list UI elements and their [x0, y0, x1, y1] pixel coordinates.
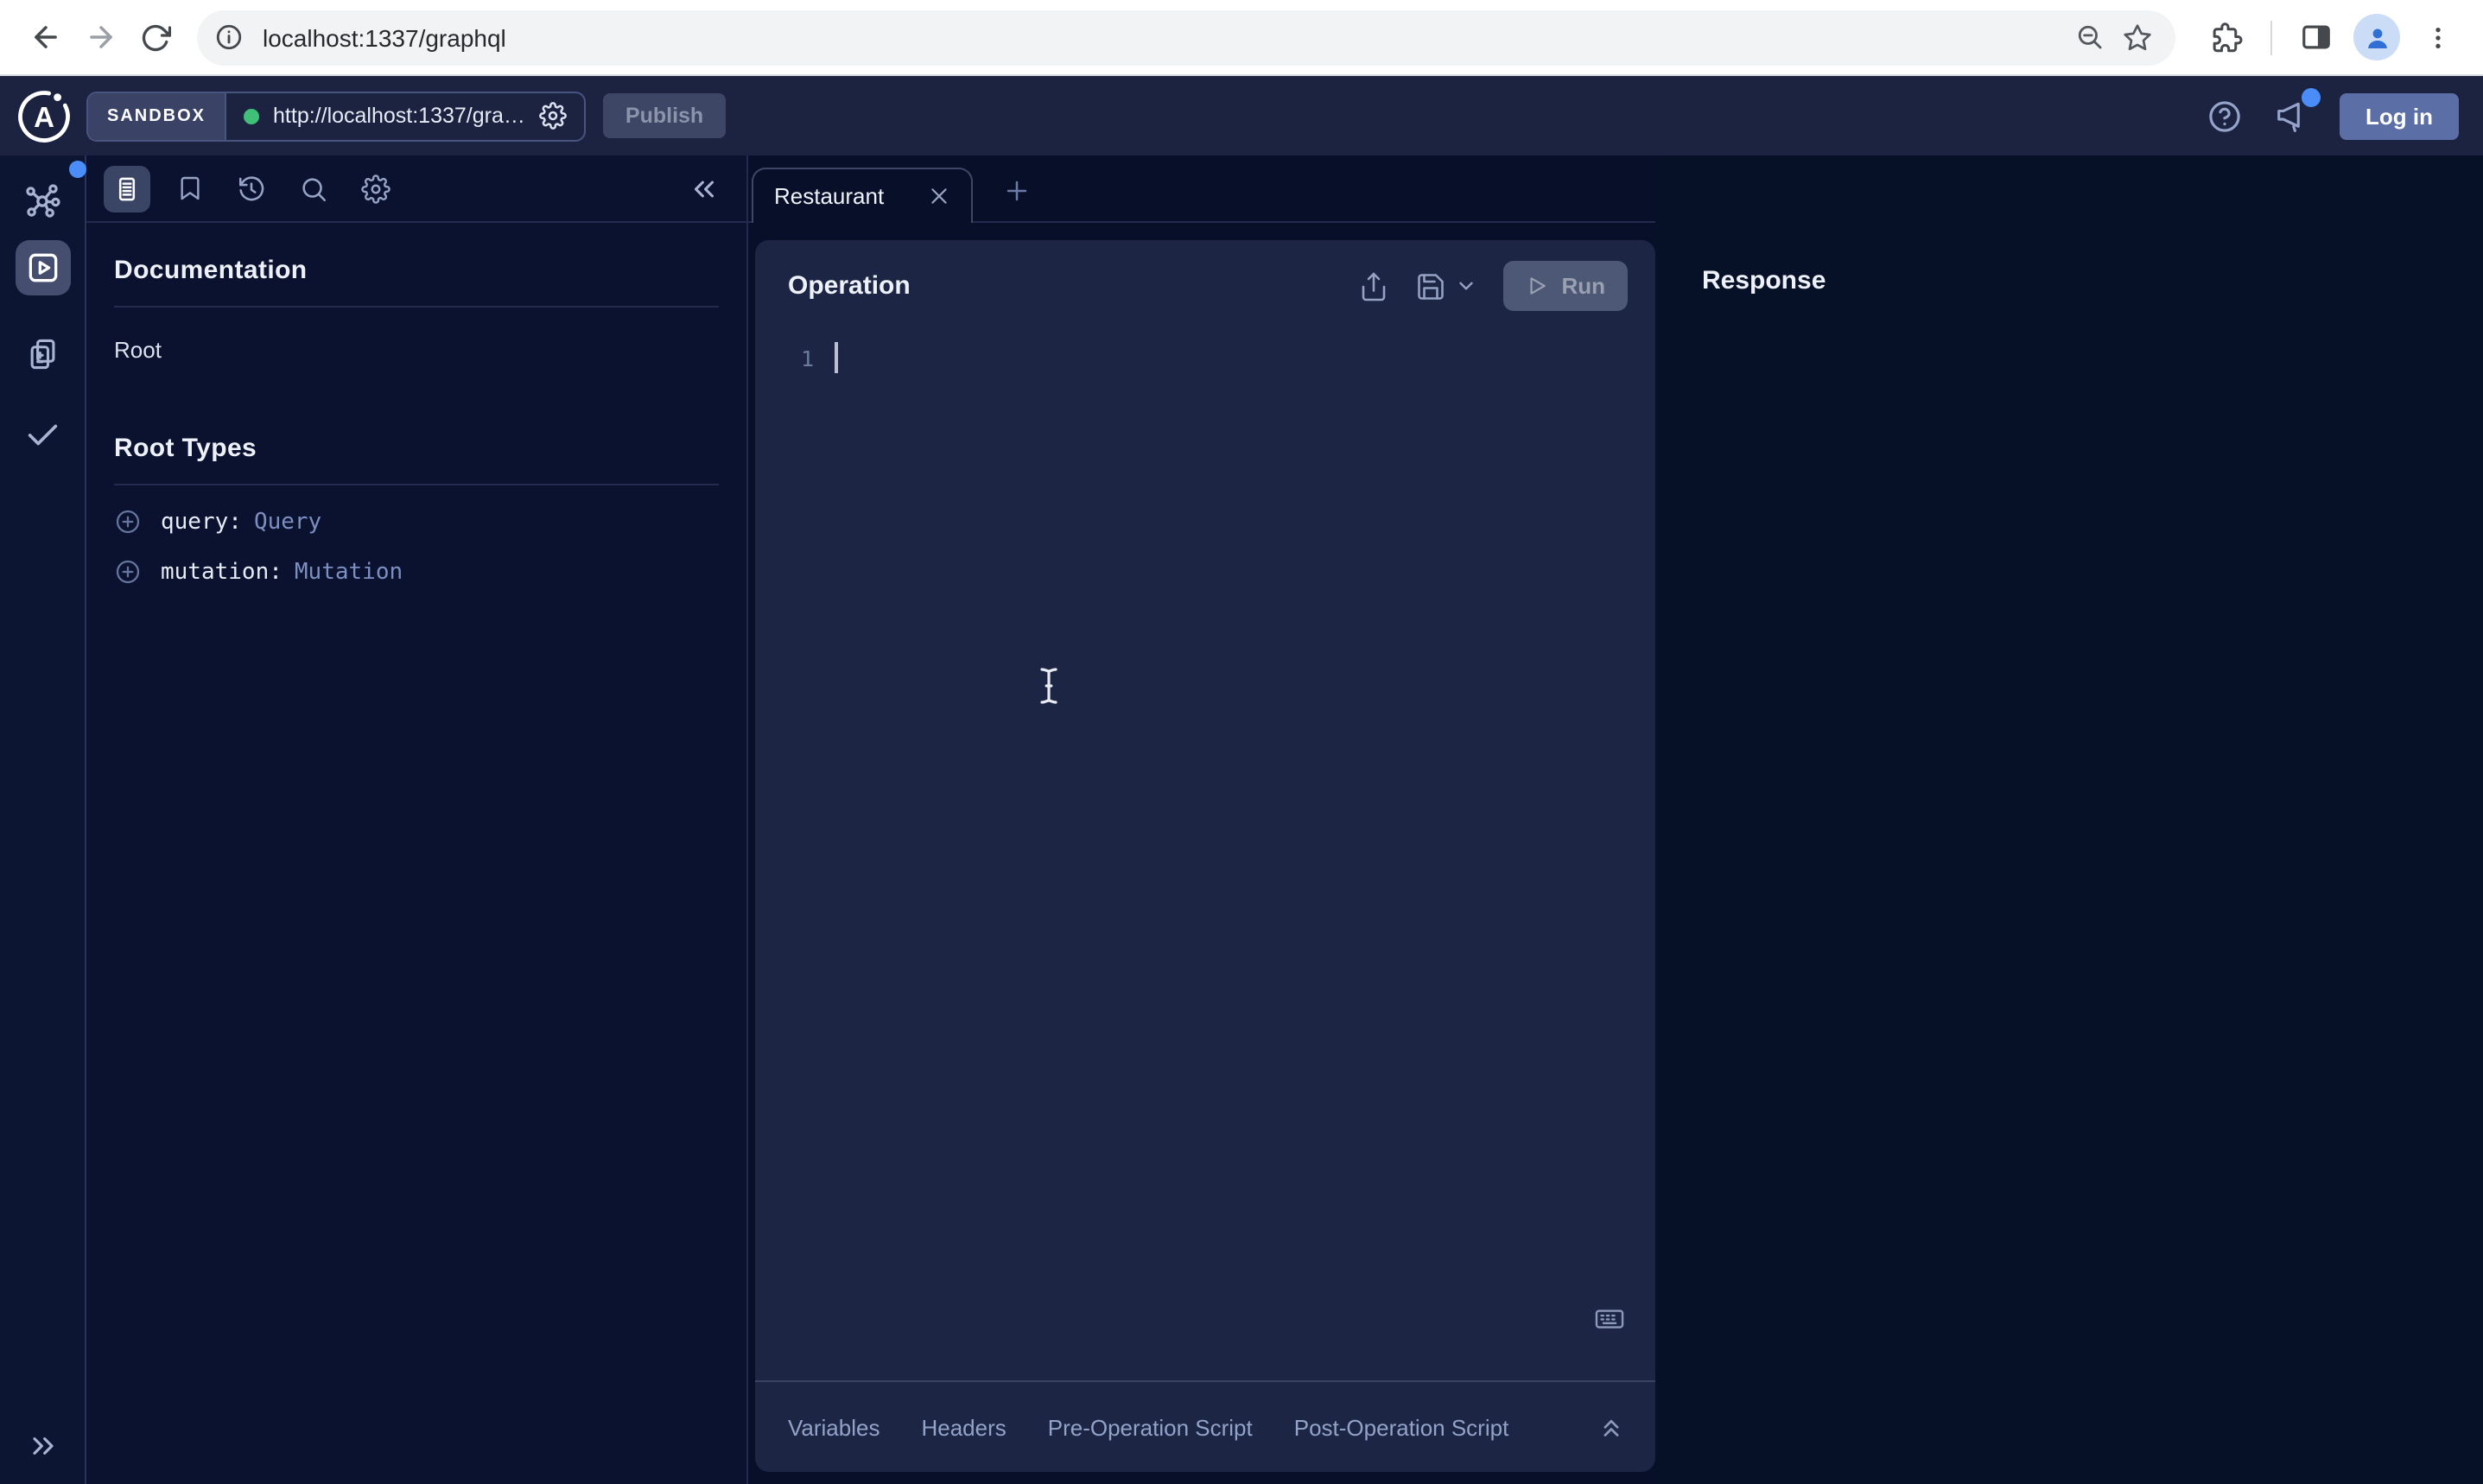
operation-pane: Restaurant Operation	[746, 155, 1655, 1484]
tab-strip: Restaurant	[748, 155, 1655, 223]
documentation-icon[interactable]	[104, 165, 150, 212]
operation-editor[interactable]: 1	[755, 328, 1655, 373]
panel-icon-row	[86, 155, 746, 223]
root-type-row-mutation[interactable]: mutation: Mutation	[114, 558, 719, 586]
sandbox-badge: SANDBOX	[88, 92, 226, 139]
site-info-icon[interactable]	[206, 15, 251, 60]
tab-pre-operation-script[interactable]: Pre-Operation Script	[1048, 1414, 1253, 1440]
add-query-icon[interactable]	[114, 508, 142, 536]
line-number: 1	[755, 345, 814, 371]
login-button[interactable]: Log in	[2340, 92, 2459, 139]
documentation-content: Documentation Root Root Types query: Que…	[86, 223, 746, 618]
operation-footer: Variables Headers Pre-Operation Script P…	[755, 1380, 1655, 1472]
left-rail	[0, 155, 86, 1484]
run-button[interactable]: Run	[1502, 261, 1628, 311]
expand-panel-icon[interactable]	[1597, 1412, 1626, 1442]
root-types-title: Root Types	[114, 434, 719, 463]
bookmark-star-icon[interactable]	[2113, 13, 2162, 61]
text-caret	[835, 342, 838, 373]
response-pane: Response	[1655, 155, 2483, 1484]
search-icon[interactable]	[290, 165, 337, 212]
browser-toolbar: localhost:1337/graphql	[0, 0, 2483, 76]
type-link[interactable]: Query	[254, 509, 321, 535]
field-name: mutation:	[161, 559, 283, 585]
operation-actions: Run	[1357, 261, 1628, 311]
documentation-title: Documentation	[114, 256, 719, 285]
side-panel-icon[interactable]	[2288, 10, 2343, 65]
apollo-logo[interactable]: A	[0, 87, 86, 144]
divider	[114, 484, 719, 485]
reload-icon[interactable]	[128, 10, 183, 65]
sidebar-item-checks[interactable]	[15, 406, 70, 461]
mouse-text-cursor	[1038, 667, 1059, 705]
close-tab-icon[interactable]	[928, 185, 950, 207]
save-group	[1414, 270, 1476, 301]
app-body: Documentation Root Root Types query: Que…	[0, 155, 2483, 1484]
help-icon[interactable]	[2207, 98, 2243, 134]
documentation-panel: Documentation Root Root Types query: Que…	[86, 155, 746, 1484]
operation-header: Operation	[755, 240, 1655, 328]
endpoint-input[interactable]: http://localhost:1337/gra…	[226, 92, 584, 139]
sidebar-item-changelog[interactable]	[15, 327, 70, 382]
add-mutation-icon[interactable]	[114, 558, 142, 586]
publish-button[interactable]: Publish	[603, 93, 726, 138]
settings-icon[interactable]	[352, 165, 399, 212]
app-header: A SANDBOX http://localhost:1337/gra… Pub…	[0, 76, 2483, 155]
expand-rail-icon[interactable]	[0, 1429, 85, 1463]
root-link[interactable]: Root	[114, 337, 162, 363]
tab-post-operation-script[interactable]: Post-Operation Script	[1294, 1414, 1509, 1440]
keyboard-shortcuts-icon[interactable]	[1593, 1303, 1626, 1335]
announcements-icon[interactable]	[2272, 97, 2310, 135]
save-options-chevron-icon[interactable]	[1454, 275, 1476, 297]
type-link[interactable]: Mutation	[295, 559, 403, 585]
schema-notification-dot	[68, 161, 86, 178]
save-icon[interactable]	[1414, 270, 1445, 301]
apollo-logo-letter: A	[33, 100, 54, 132]
announcements-notification-dot	[2302, 88, 2321, 107]
operation-title: Operation	[788, 271, 911, 301]
run-label: Run	[1561, 273, 1605, 299]
back-icon[interactable]	[17, 10, 73, 65]
tab-restaurant[interactable]: Restaurant	[752, 168, 973, 223]
tab-variables[interactable]: Variables	[788, 1414, 880, 1440]
endpoint-pill: SANDBOX http://localhost:1337/gra…	[86, 91, 586, 141]
run-play-icon	[1525, 275, 1547, 297]
sidebar-item-explorer[interactable]	[15, 240, 70, 295]
share-icon[interactable]	[1357, 270, 1388, 301]
header-right: Log in	[2207, 92, 2483, 139]
collapse-sidebar-icon[interactable]	[688, 172, 721, 205]
operation-card: Operation	[755, 240, 1655, 1472]
tab-label: Restaurant	[774, 183, 928, 209]
history-icon[interactable]	[228, 165, 275, 212]
zoom-icon[interactable]	[2065, 13, 2113, 61]
sidebar-item-schema[interactable]	[15, 173, 70, 228]
profile-avatar[interactable]	[2353, 14, 2400, 60]
new-tab-icon[interactable]	[1002, 176, 1032, 206]
tab-headers[interactable]: Headers	[921, 1414, 1006, 1440]
connection-status-dot	[244, 108, 259, 124]
response-title: Response	[1702, 266, 2483, 295]
forward-icon[interactable]	[73, 10, 128, 65]
divider	[114, 306, 719, 308]
extensions-icon[interactable]	[2200, 10, 2255, 65]
url-text[interactable]: localhost:1337/graphql	[263, 23, 2065, 51]
root-type-row-query[interactable]: query: Query	[114, 508, 719, 536]
screen: localhost:1337/graphql	[0, 0, 2483, 1484]
address-bar[interactable]: localhost:1337/graphql	[197, 10, 2175, 65]
field-name: query:	[161, 509, 242, 535]
browser-menu-icon[interactable]	[2410, 10, 2466, 65]
bookmark-icon[interactable]	[166, 165, 213, 212]
browser-actions	[2200, 10, 2466, 65]
connection-settings-icon[interactable]	[539, 102, 567, 130]
endpoint-url[interactable]: http://localhost:1337/gra…	[273, 104, 525, 128]
toolbar-divider	[2270, 20, 2272, 54]
